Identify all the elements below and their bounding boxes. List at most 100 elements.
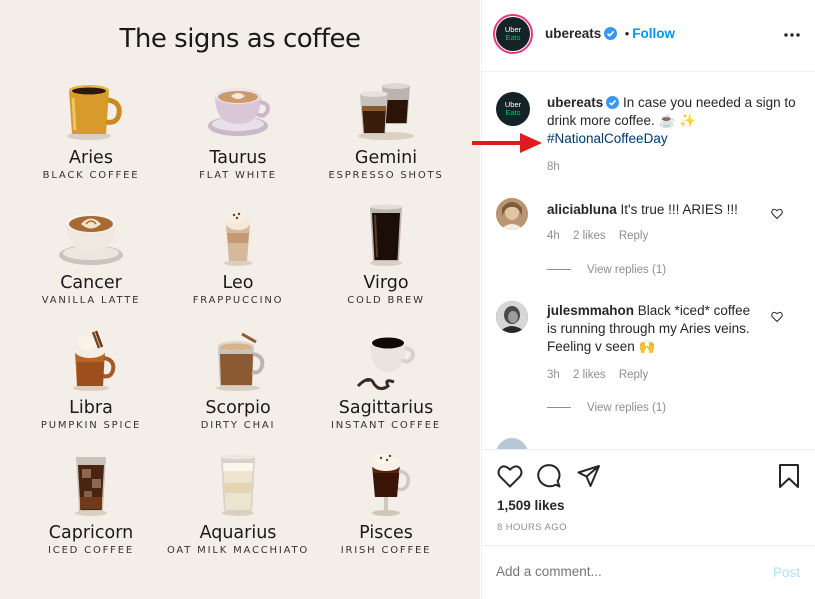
view-replies-label: View replies (1) xyxy=(587,264,667,276)
iced-coffee-glass-icon xyxy=(75,457,107,516)
reply-button[interactable]: Reply xyxy=(619,230,648,242)
annotation-arrow-icon xyxy=(472,133,542,153)
replies-divider xyxy=(547,407,571,409)
sign-name: Libra xyxy=(69,398,113,418)
sign-taurus: Taurus FLAT WHITE xyxy=(158,78,318,181)
comment-text: It's true !!! ARIES !!! xyxy=(620,202,738,217)
sign-coffee: IRISH COFFEE xyxy=(340,545,432,556)
oat-milk-macchiato-glass-icon xyxy=(221,454,255,516)
header-username[interactable]: ubereats xyxy=(545,26,601,41)
comment-bubble-icon[interactable] xyxy=(537,464,561,488)
sign-name: Sagittarius xyxy=(338,398,434,418)
avatar-brand-bottom: Eats xyxy=(505,108,521,117)
save-bookmark-icon[interactable] xyxy=(778,464,800,488)
sign-virgo: Virgo COLD BREW xyxy=(306,203,466,306)
sign-libra: Libra PUMPKIN SPICE xyxy=(11,328,171,431)
irish-coffee-glass-icon xyxy=(371,454,411,516)
comment-avatar[interactable] xyxy=(496,438,528,449)
likes-count[interactable]: 1,509 likes xyxy=(497,498,565,513)
more-options-icon[interactable] xyxy=(784,33,800,37)
hashtag-link[interactable]: #NationalCoffeeDay xyxy=(547,131,668,146)
sign-aries: Aries BLACK COFFEE xyxy=(11,78,171,181)
sign-leo: Leo FRAPPUCCINO xyxy=(158,203,318,306)
sign-name: Taurus xyxy=(209,148,267,168)
caption-avatar[interactable]: Uber Eats xyxy=(496,92,530,126)
flat-white-cup-icon xyxy=(208,88,271,136)
sign-coffee: DIRTY CHAI xyxy=(200,420,276,431)
comment: aliciabluna It's true !!! ARIES !!! xyxy=(547,201,765,219)
post-timestamp[interactable]: 8 HOURS AGO xyxy=(497,522,567,533)
sign-name: Cancer xyxy=(60,273,122,293)
pumpkin-spice-mug-icon xyxy=(73,330,116,391)
sign-coffee: BLACK COFFEE xyxy=(42,170,140,181)
view-replies-label: View replies (1) xyxy=(587,402,667,414)
sign-coffee: FLAT WHITE xyxy=(199,170,277,181)
caption-username[interactable]: ubereats xyxy=(547,95,603,110)
view-replies-button[interactable]: View replies (1) xyxy=(547,264,666,276)
header-user-row: ubereats • Follow xyxy=(545,25,675,43)
like-heart-icon[interactable] xyxy=(497,464,523,488)
image-title: The signs as coffee xyxy=(119,24,361,54)
sign-cancer: Cancer VANILLA LATTE xyxy=(11,203,171,306)
instant-coffee-cup-icon xyxy=(356,335,416,391)
comment-username[interactable]: julesmmahon xyxy=(547,303,634,318)
view-replies-button[interactable]: View replies (1) xyxy=(547,402,666,414)
comment-meta: 4h 2 likes Reply xyxy=(547,230,648,242)
sign-name: Leo xyxy=(222,273,254,293)
comment-meta: 3h 2 likes Reply xyxy=(547,369,648,381)
follow-button[interactable]: Follow xyxy=(632,26,675,41)
comment-time: 4h xyxy=(547,230,560,242)
post-comment-button[interactable]: Post xyxy=(773,565,800,580)
comment-like-heart-icon[interactable] xyxy=(771,311,783,322)
comments-area: Uber Eats ubereats In case you needed a … xyxy=(482,72,815,449)
comment-like-heart-icon[interactable] xyxy=(771,208,783,219)
sign-name: Virgo xyxy=(363,273,409,293)
sign-coffee: COLD BREW xyxy=(347,295,425,306)
post-sidebar: Uber Eats ubereats • Follow Uber Eats ube… xyxy=(481,0,815,599)
sign-gemini: Gemini ESPRESSO SHOTS xyxy=(306,78,466,181)
verified-badge-icon xyxy=(606,96,620,109)
sign-coffee: INSTANT COFFEE xyxy=(331,420,441,431)
sign-coffee: PUMPKIN SPICE xyxy=(40,420,142,431)
sign-sagittarius: Sagittarius INSTANT COFFEE xyxy=(306,328,466,431)
sign-coffee: ESPRESSO SHOTS xyxy=(328,170,444,181)
comment: julesmmahon Black *iced* coffee is runni… xyxy=(547,302,762,356)
caption-time: 8h xyxy=(547,161,560,173)
verified-badge-icon xyxy=(604,27,618,40)
separator-dot: • xyxy=(624,26,630,41)
sign-aquarius: Aquarius OAT MILK MACCHIATO xyxy=(158,453,318,556)
sign-name: Aries xyxy=(69,148,113,168)
caption: ubereats In case you needed a sign to dr… xyxy=(547,94,797,148)
comment-avatar[interactable] xyxy=(496,301,528,333)
sign-coffee: VANILLA LATTE xyxy=(41,295,141,306)
avatar-brand-bottom: Eats xyxy=(505,33,521,42)
comment-form: Post xyxy=(482,545,815,599)
dirty-chai-mug-icon xyxy=(216,332,265,391)
sign-coffee: FRAPPUCCINO xyxy=(192,295,284,306)
sign-coffee: ICED COFFEE xyxy=(48,545,134,556)
frappuccino-cup-icon xyxy=(224,211,252,266)
sign-name: Scorpio xyxy=(205,398,271,418)
sign-name: Aquarius xyxy=(199,523,277,543)
post-header: Uber Eats ubereats • Follow xyxy=(482,0,815,72)
cold-brew-glass-icon xyxy=(370,204,402,266)
comment-likes[interactable]: 2 likes xyxy=(573,230,606,242)
add-comment-input[interactable] xyxy=(496,564,746,579)
sign-name: Gemini xyxy=(354,148,418,168)
comment-time: 3h xyxy=(547,369,560,381)
sign-capricorn: Capricorn ICED COFFEE xyxy=(11,453,171,556)
sign-name: Pisces xyxy=(359,523,413,543)
sign-coffee: OAT MILK MACCHIATO xyxy=(166,545,310,556)
espresso-shots-icon xyxy=(358,83,414,140)
replies-divider xyxy=(547,269,571,271)
action-bar: 1,509 likes 8 HOURS AGO xyxy=(482,449,815,549)
avatar[interactable]: Uber Eats xyxy=(496,17,530,51)
comment-username[interactable]: aliciabluna xyxy=(547,202,617,217)
reply-button[interactable]: Reply xyxy=(619,369,648,381)
comment-likes[interactable]: 2 likes xyxy=(573,369,606,381)
black-coffee-mug-icon xyxy=(67,85,122,140)
sign-name: Capricorn xyxy=(48,523,134,543)
comment-avatar[interactable] xyxy=(496,198,528,230)
share-send-icon[interactable] xyxy=(577,464,601,488)
sign-pisces: Pisces IRISH COFFEE xyxy=(306,453,466,556)
